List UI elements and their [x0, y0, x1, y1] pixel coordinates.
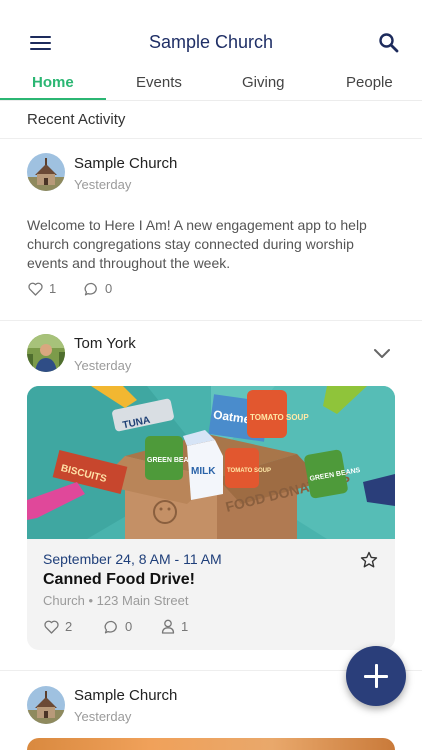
avatar[interactable] [27, 153, 65, 191]
heart-icon [28, 282, 43, 296]
comment-count: 0 [125, 619, 133, 634]
app-title: Sample Church [148, 32, 274, 52]
like-count: 2 [65, 619, 73, 634]
event-image[interactable]: FOOD DONATIONS TUNA Oatmeal TOMATO SOUP … [27, 386, 395, 539]
comment-button[interactable]: 0 [104, 619, 132, 634]
comment-button[interactable]: 0 [84, 281, 112, 296]
comment-count: 0 [105, 281, 113, 296]
post-author[interactable]: Sample Church [74, 687, 177, 704]
tomato-soup-can-label-2: TOMATO SOUP [227, 468, 271, 474]
chevron-down-icon[interactable] [372, 346, 392, 360]
tab-events[interactable]: Events [136, 74, 182, 91]
post-timestamp: Yesterday [74, 709, 132, 724]
attendees-button[interactable]: 1 [161, 619, 188, 634]
like-button[interactable]: 2 [44, 619, 72, 634]
milk-carton-label: MILK [191, 466, 216, 477]
tab-people[interactable]: People [346, 74, 393, 91]
post-image[interactable] [27, 738, 395, 750]
add-post-button[interactable] [346, 646, 406, 706]
tab-home[interactable]: Home [32, 74, 74, 91]
divider [0, 320, 422, 321]
avatar[interactable] [27, 334, 65, 372]
heart-icon [44, 620, 59, 634]
event-location: Church • 123 Main Street [43, 593, 189, 608]
post-timestamp: Yesterday [74, 177, 132, 192]
like-button[interactable]: 1 [28, 281, 56, 296]
event-card[interactable]: FOOD DONATIONS TUNA Oatmeal TOMATO SOUP … [27, 386, 395, 650]
attendee-count: 1 [181, 619, 189, 634]
post-author[interactable]: Tom York [74, 335, 136, 352]
tab-giving[interactable]: Giving [242, 74, 285, 91]
star-icon[interactable] [360, 551, 378, 569]
comment-icon [84, 282, 97, 295]
active-tab-indicator [0, 98, 106, 100]
avatar[interactable] [27, 686, 65, 724]
post-body: Welcome to Here I Am! A new engagement a… [27, 217, 367, 271]
search-icon[interactable] [378, 32, 400, 54]
post-timestamp: Yesterday [74, 358, 132, 373]
comment-icon [104, 620, 117, 633]
tomato-soup-can-label: TOMATO SOUP [250, 413, 309, 422]
top-bar: Sample Church [0, 0, 422, 70]
person-icon [161, 619, 175, 634]
event-title[interactable]: Canned Food Drive! [43, 571, 195, 589]
divider [0, 138, 422, 139]
like-count: 1 [49, 281, 57, 296]
tab-bar: Home Events Giving People [0, 70, 422, 101]
section-title: Recent Activity [27, 111, 126, 128]
post-author[interactable]: Sample Church [74, 155, 177, 172]
event-date: September 24, 8 AM - 11 AM [43, 551, 222, 567]
